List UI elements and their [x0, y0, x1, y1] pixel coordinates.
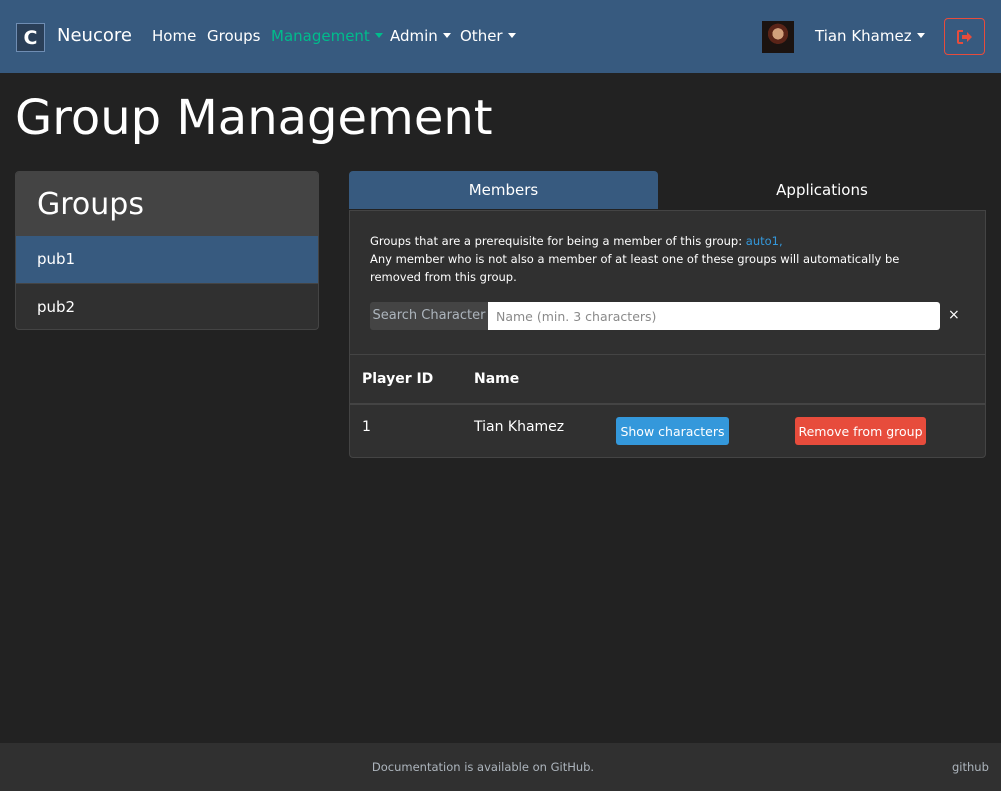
tab-applications[interactable]: Applications [658, 171, 986, 209]
group-item-pub1[interactable]: pub1 [16, 236, 318, 283]
prerequisite-notice: Groups that are a prerequisite for being… [370, 232, 950, 286]
nav-other-dropdown[interactable]: Other [460, 27, 516, 45]
caret-down-icon [374, 33, 383, 38]
logout-button[interactable] [944, 18, 985, 55]
github-link[interactable]: github [952, 760, 989, 774]
nav-admin-label: Admin [390, 27, 438, 45]
caret-down-icon [916, 33, 925, 38]
footer-documentation-text: Documentation is available on GitHub. [371, 760, 595, 774]
footer: Documentation is available on GitHub. gi… [0, 743, 1001, 791]
prerequisite-group-link[interactable]: auto1, [746, 234, 783, 248]
nav-other-label: Other [460, 27, 503, 45]
nav-admin-dropdown[interactable]: Admin [390, 27, 451, 45]
divider [350, 354, 985, 355]
user-menu-dropdown[interactable]: Tian Khamez [815, 27, 925, 45]
sign-out-icon [956, 29, 972, 44]
caret-down-icon [507, 33, 516, 38]
notice-body: Any member who is not also a member of a… [370, 252, 900, 284]
caret-down-icon [442, 33, 451, 38]
page-title: Group Management [15, 90, 493, 146]
nav-management-label: Management [271, 27, 370, 45]
avatar [762, 21, 794, 53]
player-id-cell: 1 [362, 419, 371, 435]
brand-logo[interactable]: C [16, 23, 45, 52]
nav-groups[interactable]: Groups [207, 27, 260, 45]
remove-from-group-button[interactable]: Remove from group [795, 417, 926, 445]
user-name: Tian Khamez [815, 27, 912, 45]
group-item-pub2[interactable]: pub2 [16, 283, 318, 329]
nav-home-label: Home [152, 27, 197, 45]
column-header-player-id: Player ID [362, 371, 434, 387]
player-name-cell: Tian Khamez [474, 419, 565, 435]
column-header-name: Name [474, 371, 520, 387]
nav-groups-label: Groups [207, 27, 261, 45]
brand-name[interactable]: Neucore [57, 25, 132, 46]
members-panel: Groups that are a prerequisite for being… [349, 210, 986, 458]
table-header-divider [350, 403, 985, 405]
search-character-input[interactable] [488, 302, 940, 330]
search-character-label: Search Character [370, 302, 488, 330]
clear-search-button[interactable]: × [948, 307, 960, 323]
notice-prefix: Groups that are a prerequisite for being… [370, 234, 743, 248]
show-characters-button[interactable]: Show characters [616, 417, 729, 445]
groups-card: Groups pub1 pub2 [15, 171, 319, 330]
nav-management-dropdown[interactable]: Management [271, 27, 383, 45]
navbar: C Neucore Home Groups Management Admin O… [0, 0, 1001, 73]
groups-card-title: Groups [16, 172, 318, 236]
tab-members[interactable]: Members [349, 171, 658, 209]
nav-home[interactable]: Home [152, 27, 196, 45]
